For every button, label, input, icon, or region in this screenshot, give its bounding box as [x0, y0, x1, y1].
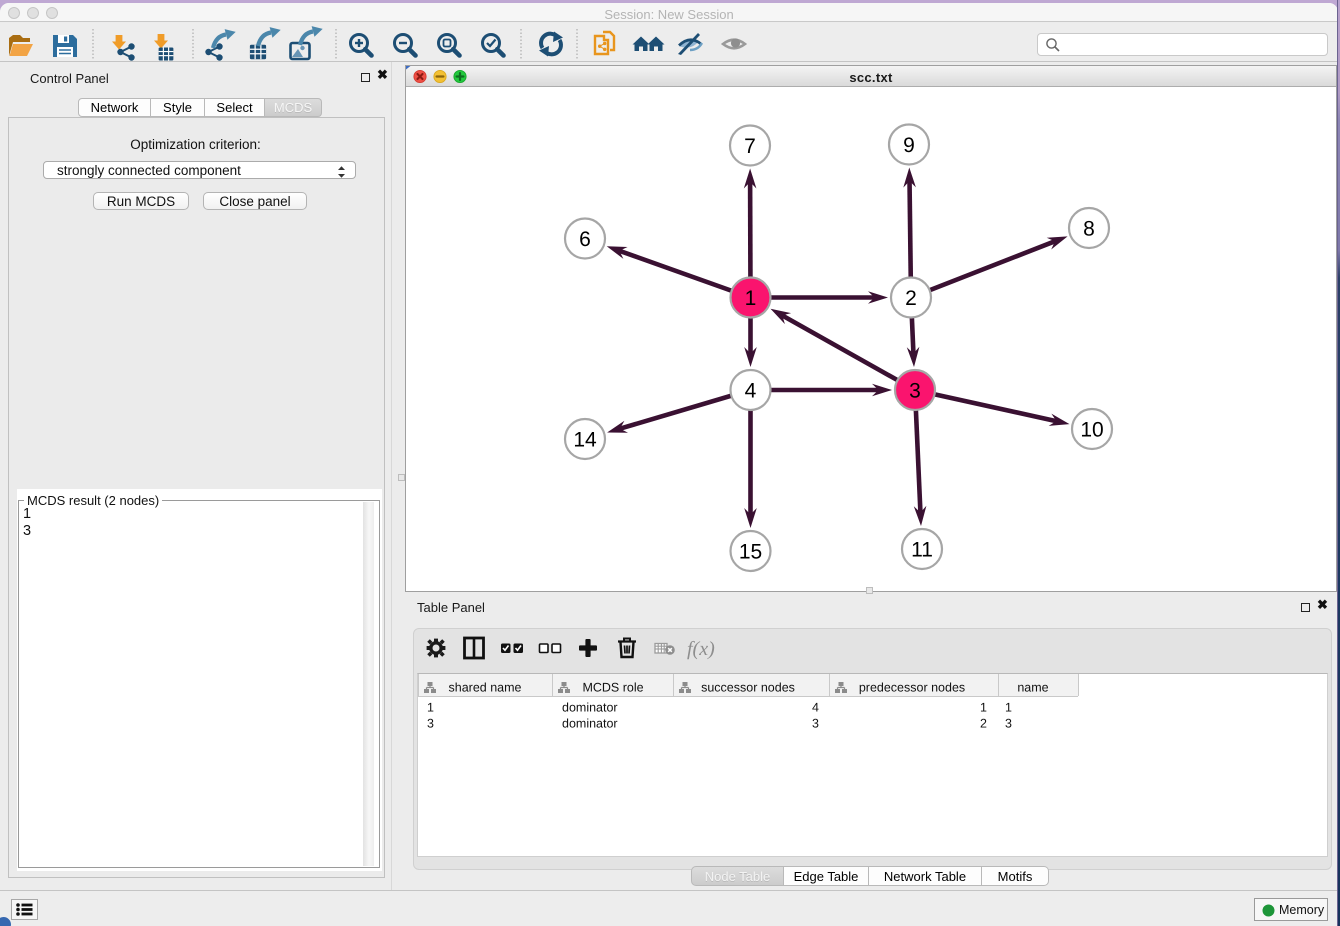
svg-text:1: 1: [427, 701, 434, 715]
svg-text:1: 1: [1005, 701, 1012, 715]
svg-text:1: 1: [745, 287, 757, 310]
svg-text:8: 8: [1083, 218, 1095, 241]
svg-text:3: 3: [909, 380, 921, 403]
svg-text:dominator: dominator: [562, 701, 618, 715]
svg-text:6: 6: [579, 228, 591, 251]
svg-text:7: 7: [744, 135, 756, 158]
svg-text:3: 3: [812, 717, 819, 731]
svg-text:MCDS role: MCDS role: [582, 681, 643, 695]
svg-text:2: 2: [905, 287, 917, 310]
svg-text:2: 2: [980, 717, 987, 731]
svg-text:4: 4: [812, 701, 819, 715]
svg-text:3: 3: [1005, 717, 1012, 731]
svg-text:15: 15: [739, 541, 762, 564]
svg-text:14: 14: [573, 429, 597, 452]
svg-text:shared name: shared name: [449, 681, 522, 695]
svg-text:dominator: dominator: [562, 717, 618, 731]
svg-text:9: 9: [903, 134, 915, 157]
svg-text:3: 3: [427, 717, 434, 731]
svg-text:1: 1: [980, 701, 987, 715]
svg-text:successor nodes: successor nodes: [701, 681, 795, 695]
svg-text:f(x): f(x): [687, 638, 715, 660]
svg-text:name: name: [1017, 681, 1048, 695]
svg-text:11: 11: [911, 539, 933, 562]
svg-text:10: 10: [1080, 419, 1103, 442]
svg-text:4: 4: [745, 380, 757, 403]
svg-text:predecessor nodes: predecessor nodes: [859, 681, 965, 695]
